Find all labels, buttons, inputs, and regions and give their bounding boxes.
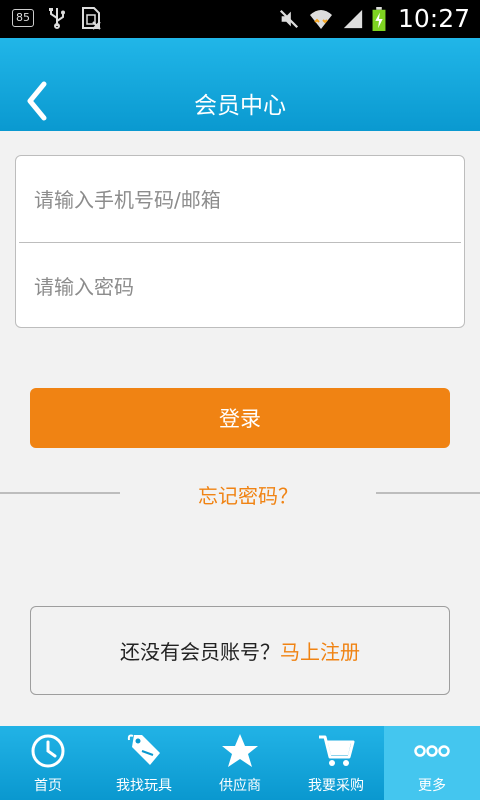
nav-item-more[interactable]: 更多 bbox=[384, 726, 480, 800]
status-bar: 85 10:27 bbox=[0, 0, 480, 38]
usb-icon bbox=[49, 8, 65, 29]
star-icon bbox=[222, 734, 258, 767]
register-link[interactable]: 马上注册 bbox=[280, 636, 360, 665]
phone-email-input[interactable]: 请输入手机号码/邮箱 bbox=[16, 156, 464, 241]
nav-item-home[interactable]: 首页 bbox=[0, 726, 96, 800]
wifi-icon bbox=[309, 9, 332, 29]
cart-icon bbox=[319, 735, 355, 766]
header-bar: 会员中心 bbox=[0, 38, 480, 131]
signal-icon bbox=[343, 9, 363, 28]
more-dots-icon bbox=[414, 745, 450, 757]
register-prompt: 还没有会员账号？ bbox=[120, 640, 280, 664]
password-input[interactable]: 请输入密码 bbox=[16, 243, 464, 328]
clock-icon bbox=[31, 734, 65, 768]
nav-label-purchase: 我要采购 bbox=[308, 778, 364, 794]
clock-time: 10:27 bbox=[397, 4, 470, 33]
sale-tag-icon bbox=[127, 734, 160, 765]
mute-icon bbox=[279, 9, 299, 28]
register-box: 还没有会员账号？ 马上注册 bbox=[30, 606, 450, 695]
nav-item-suppliers[interactable]: 供应商 bbox=[192, 726, 288, 800]
page-title: 会员中心 bbox=[194, 93, 286, 119]
battery-charging-icon bbox=[372, 6, 386, 31]
nav-item-find-toys[interactable]: 我找玩具 bbox=[96, 726, 192, 800]
forgot-password-link[interactable]: 忘记密码？ bbox=[120, 480, 376, 509]
nav-label-more: 更多 bbox=[418, 778, 446, 794]
divider-line-right bbox=[376, 492, 480, 494]
bottom-nav: 首页 我找玩具 供应商 我要采购 更多 bbox=[0, 726, 480, 800]
login-form: 请输入手机号码/邮箱 请输入密码 bbox=[15, 155, 465, 328]
nav-label-home: 首页 bbox=[34, 778, 62, 794]
nav-label-suppliers: 供应商 bbox=[219, 778, 261, 794]
sim-icon bbox=[82, 7, 101, 30]
divider-line-left bbox=[0, 492, 120, 494]
password-placeholder: 请输入密码 bbox=[34, 275, 134, 299]
nav-item-purchase[interactable]: 我要采购 bbox=[288, 726, 384, 800]
nav-label-find-toys: 我找玩具 bbox=[116, 778, 172, 794]
battery-badge: 85 bbox=[12, 9, 34, 27]
phone-email-placeholder: 请输入手机号码/邮箱 bbox=[34, 188, 221, 212]
login-button[interactable]: 登录 bbox=[30, 388, 450, 448]
